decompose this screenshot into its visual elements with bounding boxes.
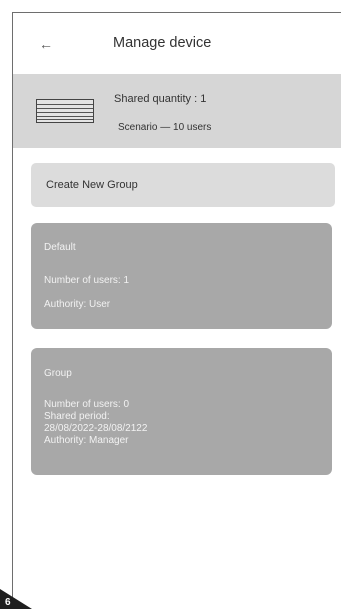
page-number: 6 bbox=[5, 597, 11, 608]
group-name: Default bbox=[44, 242, 76, 253]
shared-quantity: Shared quantity : 1 bbox=[114, 93, 207, 105]
page-title: Manage device bbox=[113, 35, 212, 51]
shared-period: 28/08/2022-28/08/2122 bbox=[44, 423, 148, 434]
blind-icon bbox=[36, 99, 94, 123]
app-screen: ← Manage device Shared quantity : 1 Scen… bbox=[12, 12, 341, 609]
back-arrow-icon[interactable]: ← bbox=[39, 34, 59, 54]
shared-period-label: Shared period: bbox=[44, 411, 110, 422]
scenario-info: Scenario — 10 users bbox=[118, 122, 212, 133]
group-card-group[interactable]: Group Number of users: 0 Shared period: … bbox=[31, 348, 332, 475]
group-authority: Authority: Manager bbox=[44, 435, 129, 446]
group-users: Number of users: 0 bbox=[44, 399, 130, 410]
device-banner: Shared quantity : 1 Scenario — 10 users bbox=[13, 74, 341, 148]
group-name: Group bbox=[44, 368, 72, 379]
group-card-default[interactable]: Default Number of users: 1 Authority: Us… bbox=[31, 223, 332, 329]
create-group-button[interactable]: Create New Group bbox=[31, 163, 335, 207]
create-group-label: Create New Group bbox=[46, 179, 138, 191]
header: ← Manage device bbox=[13, 13, 341, 73]
group-users: Number of users: 1 bbox=[44, 275, 130, 286]
group-authority: Authority: User bbox=[44, 299, 111, 310]
